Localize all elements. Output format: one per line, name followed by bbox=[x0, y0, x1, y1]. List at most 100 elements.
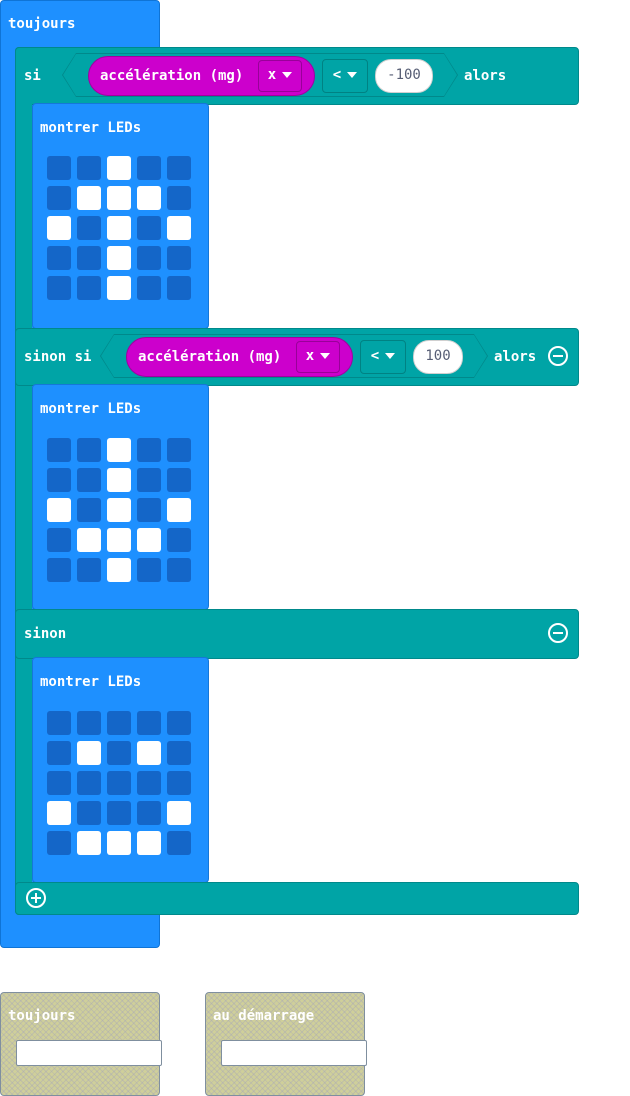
led-on[interactable] bbox=[137, 528, 161, 552]
led-off[interactable] bbox=[107, 771, 131, 795]
led-on[interactable] bbox=[77, 186, 101, 210]
led-off[interactable] bbox=[77, 246, 101, 270]
led-on[interactable] bbox=[137, 186, 161, 210]
show-leds-label-3: montrer LEDs bbox=[40, 674, 142, 690]
remove-else-if-icon[interactable] bbox=[548, 346, 568, 366]
led-off[interactable] bbox=[47, 186, 71, 210]
axis-dropdown-2[interactable]: x bbox=[296, 341, 340, 373]
led-off[interactable] bbox=[137, 156, 161, 180]
led-on[interactable] bbox=[77, 741, 101, 765]
led-on[interactable] bbox=[47, 801, 71, 825]
operator-dropdown-1[interactable]: < bbox=[322, 59, 368, 93]
led-on[interactable] bbox=[167, 498, 191, 522]
axis-value-2: x bbox=[305, 348, 315, 364]
led-off[interactable] bbox=[137, 801, 161, 825]
led-off[interactable] bbox=[167, 468, 191, 492]
led-on[interactable] bbox=[107, 216, 131, 240]
led-on[interactable] bbox=[107, 246, 131, 270]
led-on[interactable] bbox=[77, 528, 101, 552]
else-label: sinon bbox=[24, 626, 67, 642]
led-off[interactable] bbox=[47, 558, 71, 582]
led-on[interactable] bbox=[47, 216, 71, 240]
led-on[interactable] bbox=[167, 216, 191, 240]
led-off[interactable] bbox=[77, 771, 101, 795]
led-grid-2[interactable] bbox=[47, 438, 191, 582]
led-off[interactable] bbox=[137, 276, 161, 300]
led-off[interactable] bbox=[47, 528, 71, 552]
led-off[interactable] bbox=[137, 216, 161, 240]
operator-value-1: < bbox=[332, 67, 342, 83]
led-off[interactable] bbox=[167, 438, 191, 462]
led-grid-3[interactable] bbox=[47, 711, 191, 855]
led-off[interactable] bbox=[137, 711, 161, 735]
led-off[interactable] bbox=[47, 246, 71, 270]
led-off[interactable] bbox=[47, 741, 71, 765]
led-off[interactable] bbox=[137, 771, 161, 795]
show-leds-label-2: montrer LEDs bbox=[40, 401, 142, 417]
led-off[interactable] bbox=[77, 438, 101, 462]
disabled-on-start-label: au démarrage bbox=[213, 1008, 315, 1024]
led-on[interactable] bbox=[107, 276, 131, 300]
led-off[interactable] bbox=[77, 801, 101, 825]
axis-dropdown-1[interactable]: x bbox=[258, 60, 302, 92]
led-off[interactable] bbox=[167, 771, 191, 795]
value-input-2[interactable]: 100 bbox=[413, 340, 463, 374]
led-off[interactable] bbox=[77, 498, 101, 522]
led-on[interactable] bbox=[167, 801, 191, 825]
led-off[interactable] bbox=[47, 771, 71, 795]
led-off[interactable] bbox=[47, 831, 71, 855]
led-on[interactable] bbox=[107, 468, 131, 492]
value-input-1[interactable]: -100 bbox=[375, 59, 433, 93]
led-off[interactable] bbox=[77, 558, 101, 582]
led-on[interactable] bbox=[107, 831, 131, 855]
led-off[interactable] bbox=[107, 711, 131, 735]
led-off[interactable] bbox=[137, 468, 161, 492]
led-off[interactable] bbox=[167, 156, 191, 180]
led-off[interactable] bbox=[47, 156, 71, 180]
led-off[interactable] bbox=[137, 246, 161, 270]
led-off[interactable] bbox=[107, 801, 131, 825]
chevron-down-icon bbox=[347, 72, 358, 78]
chevron-down-icon bbox=[282, 72, 293, 78]
else-row[interactable] bbox=[15, 609, 579, 659]
led-off[interactable] bbox=[167, 246, 191, 270]
acceleration-label-2: accélération (mg) bbox=[138, 349, 282, 365]
led-grid-1[interactable] bbox=[47, 156, 191, 300]
led-on[interactable] bbox=[137, 741, 161, 765]
led-off[interactable] bbox=[47, 711, 71, 735]
led-on[interactable] bbox=[77, 831, 101, 855]
led-off[interactable] bbox=[167, 831, 191, 855]
led-off[interactable] bbox=[167, 528, 191, 552]
if-block-left-arm bbox=[15, 47, 32, 915]
led-off[interactable] bbox=[77, 156, 101, 180]
led-on[interactable] bbox=[107, 438, 131, 462]
led-off[interactable] bbox=[77, 216, 101, 240]
remove-else-icon[interactable] bbox=[548, 623, 568, 643]
led-off[interactable] bbox=[167, 711, 191, 735]
led-off[interactable] bbox=[167, 186, 191, 210]
led-on[interactable] bbox=[47, 498, 71, 522]
led-off[interactable] bbox=[167, 558, 191, 582]
led-on[interactable] bbox=[107, 528, 131, 552]
led-off[interactable] bbox=[47, 276, 71, 300]
led-off[interactable] bbox=[137, 558, 161, 582]
led-off[interactable] bbox=[77, 468, 101, 492]
led-off[interactable] bbox=[47, 438, 71, 462]
add-branch-icon[interactable] bbox=[26, 888, 46, 908]
led-off[interactable] bbox=[77, 276, 101, 300]
led-off[interactable] bbox=[137, 498, 161, 522]
led-off[interactable] bbox=[107, 741, 131, 765]
led-off[interactable] bbox=[47, 468, 71, 492]
led-on[interactable] bbox=[107, 156, 131, 180]
else-if-label: sinon si bbox=[24, 349, 92, 365]
led-off[interactable] bbox=[137, 438, 161, 462]
led-on[interactable] bbox=[107, 498, 131, 522]
disabled-on-start-slot bbox=[221, 1040, 367, 1066]
led-off[interactable] bbox=[167, 276, 191, 300]
led-off[interactable] bbox=[167, 741, 191, 765]
led-on[interactable] bbox=[137, 831, 161, 855]
led-off[interactable] bbox=[77, 711, 101, 735]
led-on[interactable] bbox=[107, 558, 131, 582]
operator-dropdown-2[interactable]: < bbox=[360, 340, 406, 374]
led-on[interactable] bbox=[107, 186, 131, 210]
